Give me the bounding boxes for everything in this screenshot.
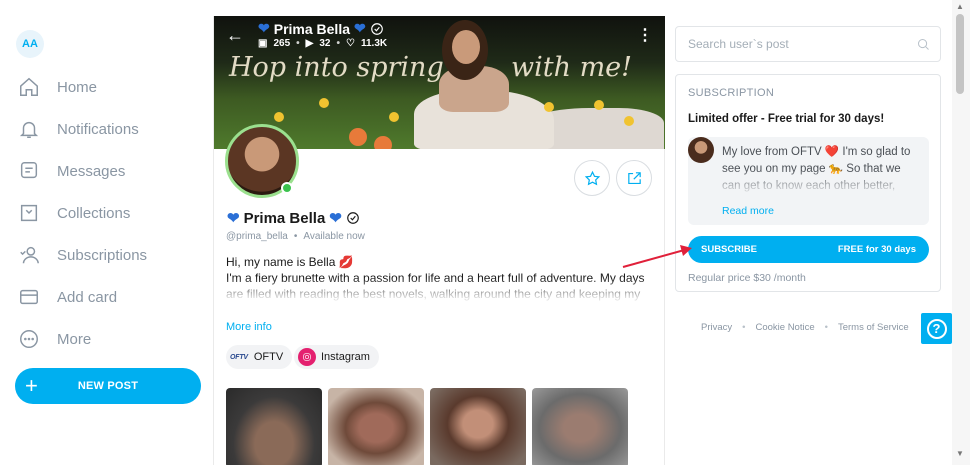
sidebar-item-label: More [57, 330, 92, 348]
profile-handle: @prima_bella [226, 231, 288, 242]
profile-handle-row: @prima_bella • Available now [226, 231, 365, 242]
cover-script-text: Hop into spring [229, 52, 444, 83]
media-thumbnail[interactable] [430, 388, 526, 465]
sidebar-item-label: Subscriptions [57, 246, 148, 264]
video-icon: ▶ [305, 38, 314, 49]
video-count: 32 [319, 38, 331, 49]
sidebar-item-collections[interactable]: Collections [18, 198, 130, 228]
share-button[interactable] [616, 160, 652, 196]
likes-count: 11.3K [360, 38, 388, 49]
creator-message: My love from OFTV ❤️ I'm so glad to see … [688, 137, 929, 225]
card-icon [20, 289, 38, 305]
scroll-down-icon[interactable]: ▼ [956, 449, 964, 458]
link-label: OFTV [253, 351, 284, 363]
favorite-button[interactable] [574, 160, 610, 196]
subscriptions-icon [20, 246, 39, 264]
link-oftv[interactable]: OFTV OFTV [226, 345, 293, 369]
profile-column: Hop into spring with me! ← ❤ Prima Bella… [213, 16, 665, 465]
subscribe-price: FREE for 30 days [837, 244, 916, 255]
cover-title: ❤ Prima Bella ❤ [258, 20, 384, 37]
link-instagram[interactable]: Instagram [294, 345, 379, 369]
annotation-arrow [622, 245, 692, 268]
blue-heart-icon: ❤ [329, 210, 342, 227]
profile-name-text: Prima Bella [243, 209, 326, 227]
bell-icon [19, 121, 39, 138]
cover-script-text: with me! [511, 52, 632, 83]
read-more-link[interactable]: Read more [722, 205, 774, 217]
help-icon: ? [926, 318, 947, 339]
subscribe-button[interactable]: SUBSCRIBE FREE for 30 days [688, 236, 929, 263]
oftv-logo: OFTV [230, 353, 248, 361]
scroll-up-icon[interactable]: ▲ [956, 2, 964, 11]
new-post-label: NEW POST [77, 380, 139, 392]
footer-link-terms[interactable]: Terms of Service [838, 322, 909, 333]
sidebar-item-subscriptions[interactable]: Subscriptions [18, 240, 147, 270]
subscribe-label: SUBSCRIBE [701, 244, 757, 255]
scrollbar-thumb[interactable] [956, 14, 964, 94]
sidebar-item-home[interactable]: Home [18, 72, 97, 102]
lips-icon: 💋 [338, 255, 354, 269]
cover-stats: ▣ 265 • ▶ 32 • ♡ 11.3K [258, 38, 388, 49]
kebab-menu-icon[interactable]: ⋮ [637, 25, 653, 45]
search-box [675, 26, 941, 62]
sidebar-item-label: Home [57, 78, 98, 96]
search-icon[interactable] [916, 37, 931, 52]
more-icon [20, 330, 38, 348]
bio-fade-overlay [226, 278, 654, 318]
new-post-button[interactable]: + NEW POST [15, 368, 201, 404]
plus-icon: + [25, 373, 38, 398]
sidebar-item-label: Notifications [57, 120, 139, 138]
heart-icon: ♡ [346, 38, 355, 49]
media-thumbnail[interactable] [532, 388, 628, 465]
bookmark-icon [20, 204, 38, 222]
media-thumbnail[interactable] [328, 388, 424, 465]
availability-status: Available now [303, 231, 365, 242]
instagram-icon [298, 348, 316, 366]
blue-heart-icon: ❤ [227, 210, 240, 227]
share-icon [627, 171, 641, 184]
more-info-link[interactable]: More info [226, 321, 272, 333]
verified-icon [370, 22, 383, 35]
sidebar-item-more[interactable]: More [18, 324, 91, 354]
footer-link-privacy[interactable]: Privacy [701, 322, 732, 333]
bio-line-1: Hi, my name is Bella 💋 [226, 255, 354, 269]
profile-page: AA Home Notifications Messages Collectio… [0, 0, 970, 465]
verified-icon [347, 212, 359, 224]
home-icon [20, 77, 38, 96]
help-button[interactable]: ? [921, 313, 952, 344]
creator-avatar [688, 137, 714, 163]
footer-link-cookie-notice[interactable]: Cookie Notice [755, 322, 814, 333]
subscription-offer: Limited offer - Free trial for 30 days! [688, 113, 885, 125]
user-avatar[interactable]: AA [16, 30, 44, 58]
footer-links: Privacy • Cookie Notice • Terms of Servi… [701, 322, 909, 333]
subscription-title: SUBSCRIPTION [688, 87, 775, 99]
subscription-card: SUBSCRIPTION Limited offer - Free trial … [675, 74, 941, 292]
search-input[interactable] [688, 37, 908, 51]
media-thumbnail[interactable] [226, 388, 322, 465]
blue-heart-icon: ❤ [354, 20, 366, 36]
profile-name: ❤ Prima Bella ❤ [227, 209, 360, 227]
sidebar-item-messages[interactable]: Messages [18, 156, 125, 186]
sidebar-item-label: Add card [57, 288, 118, 306]
photo-count: 265 [273, 38, 291, 49]
message-fade-overlay [722, 169, 922, 195]
page-scrollbar[interactable]: ▲ ▼ [952, 0, 970, 465]
regular-price: Regular price $30 /month [688, 272, 806, 284]
link-label: Instagram [321, 351, 370, 363]
blue-heart-icon: ❤ [258, 20, 270, 36]
photo-icon: ▣ [258, 38, 268, 49]
sidebar-item-add-card[interactable]: Add card [18, 282, 117, 312]
sidebar-nav: AA Home Notifications Messages Collectio… [0, 0, 213, 465]
sidebar-item-label: Messages [57, 162, 126, 180]
cover-name-text: Prima Bella [273, 20, 350, 37]
message-icon [20, 162, 38, 179]
sidebar-item-notifications[interactable]: Notifications [18, 114, 139, 144]
back-arrow-icon[interactable]: ← [226, 25, 244, 46]
star-icon [584, 170, 600, 185]
sidebar-item-label: Collections [57, 204, 131, 222]
online-status-dot [281, 182, 293, 194]
